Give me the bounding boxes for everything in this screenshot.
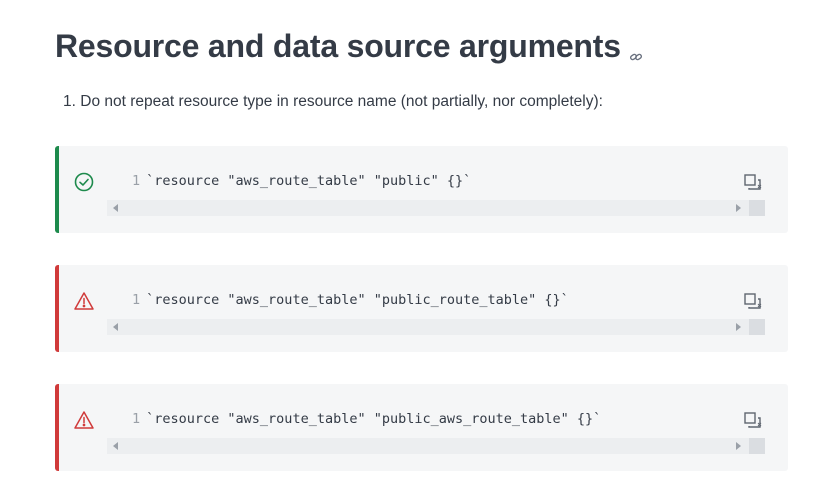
page-title: Resource and data source arguments (55, 28, 621, 64)
horizontal-scrollbar[interactable] (107, 319, 765, 335)
code-text: `resource "aws_route_table" "public_aws_… (146, 411, 602, 427)
copy-button[interactable] (742, 291, 764, 313)
check-circle-icon (73, 171, 95, 193)
warning-triangle-icon (73, 409, 95, 431)
scroll-right-icon[interactable] (736, 204, 741, 212)
copy-button[interactable] (742, 172, 764, 194)
line-number: 1 (132, 411, 141, 427)
code-block-bad: 1 `resource "aws_route_table" "public_aws… (55, 384, 788, 471)
scrollbar-corner (749, 200, 765, 216)
scroll-left-icon[interactable] (113, 442, 118, 450)
link-anchor-icon[interactable] (629, 43, 643, 61)
code-block-good: 1 `resource "aws_route_table" "public" {}… (55, 146, 788, 233)
copy-button[interactable] (742, 410, 764, 432)
horizontal-scrollbar[interactable] (107, 200, 765, 216)
warning-triangle-icon (73, 290, 95, 312)
scroll-left-icon[interactable] (113, 204, 118, 212)
scroll-right-icon[interactable] (736, 442, 741, 450)
section-heading: Resource and data source arguments (55, 27, 643, 65)
line-number: 1 (132, 292, 141, 308)
code-text: `resource "aws_route_table" "public_rout… (146, 292, 569, 308)
horizontal-scrollbar[interactable] (107, 438, 765, 454)
line-number: 1 (132, 173, 141, 189)
scrollbar-corner (749, 319, 765, 335)
code-block-bad: 1 `resource "aws_route_table" "public_rou… (55, 265, 788, 352)
rule-number: 1. (63, 93, 76, 110)
scroll-left-icon[interactable] (113, 323, 118, 331)
rule-list-item: 1. Do not repeat resource type in resour… (63, 92, 603, 112)
code-line: 1 `resource "aws_route_table" "public_rou… (132, 291, 569, 309)
code-line: 1 `resource "aws_route_table" "public_aws… (132, 410, 601, 428)
code-line: 1 `resource "aws_route_table" "public" {}… (132, 172, 471, 190)
code-text: `resource "aws_route_table" "public" {}` (146, 173, 472, 189)
scroll-right-icon[interactable] (736, 323, 741, 331)
rule-text: Do not repeat resource type in resource … (80, 93, 603, 110)
page: Resource and data source arguments 1. Do… (0, 0, 830, 496)
scrollbar-corner (749, 438, 765, 454)
